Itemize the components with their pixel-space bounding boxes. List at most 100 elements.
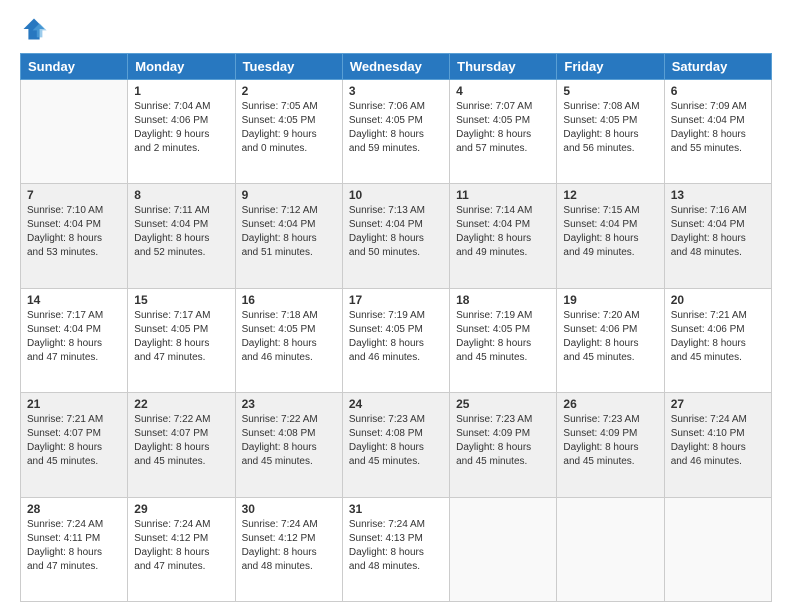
day-number: 28 <box>27 502 121 516</box>
calendar-cell <box>21 80 128 184</box>
cell-info: Sunrise: 7:15 AMSunset: 4:04 PMDaylight:… <box>563 204 657 260</box>
calendar-cell: 18 Sunrise: 7:19 AMSunset: 4:05 PMDayligh… <box>450 288 557 392</box>
calendar-cell: 4Sunrise: 7:07 AMSunset: 4:05 PMDaylight… <box>450 80 557 184</box>
calendar-body: 1 Sunrise: 7:04 AMSunset: 4:06 PMDaylight… <box>21 80 772 602</box>
day-number: 24 <box>349 397 443 411</box>
calendar-cell: 20 Sunrise: 7:21 AMSunset: 4:06 PMDayligh… <box>664 288 771 392</box>
cell-info: Sunrise: 7:16 AMSunset: 4:04 PMDaylight:… <box>671 204 765 260</box>
day-number: 15 <box>134 293 228 307</box>
calendar-cell: 13Sunrise: 7:16 AMSunset: 4:04 PMDayligh… <box>664 184 771 288</box>
calendar-cell: 15 Sunrise: 7:17 AMSunset: 4:05 PMDayligh… <box>128 288 235 392</box>
cell-info: Sunrise: 7:24 AMSunset: 4:12 PMDaylight:… <box>134 518 228 574</box>
cell-info: Sunrise: 7:04 AMSunset: 4:06 PMDaylight:… <box>134 100 228 156</box>
day-number: 16 <box>242 293 336 307</box>
calendar-day-header: Thursday <box>450 54 557 80</box>
day-number: 14 <box>27 293 121 307</box>
calendar-cell: 29 Sunrise: 7:24 AMSunset: 4:12 PMDayligh… <box>128 497 235 601</box>
calendar-cell <box>557 497 664 601</box>
cell-info: Sunrise: 7:21 AMSunset: 4:06 PMDaylight:… <box>671 309 765 365</box>
calendar-cell <box>664 497 771 601</box>
cell-info: Sunrise: 7:12 AMSunset: 4:04 PMDaylight:… <box>242 204 336 260</box>
cell-info: Sunrise: 7:22 AMSunset: 4:07 PMDaylight:… <box>134 413 228 469</box>
cell-info: Sunrise: 7:17 AMSunset: 4:05 PMDaylight:… <box>134 309 228 365</box>
cell-info: Sunrise: 7:07 AMSunset: 4:05 PMDaylight:… <box>456 100 550 156</box>
calendar-cell: 2 Sunrise: 7:05 AMSunset: 4:05 PMDaylight… <box>235 80 342 184</box>
page: SundayMondayTuesdayWednesdayThursdayFrid… <box>0 0 792 612</box>
calendar-cell: 30 Sunrise: 7:24 AMSunset: 4:12 PMDayligh… <box>235 497 342 601</box>
day-number: 1 <box>134 84 228 98</box>
cell-info: Sunrise: 7:24 AMSunset: 4:13 PMDaylight:… <box>349 518 443 574</box>
day-number: 6 <box>671 84 765 98</box>
calendar-cell: 17 Sunrise: 7:19 AMSunset: 4:05 PMDayligh… <box>342 288 449 392</box>
day-number: 29 <box>134 502 228 516</box>
calendar-cell <box>450 497 557 601</box>
cell-info: Sunrise: 7:09 AMSunset: 4:04 PMDaylight:… <box>671 100 765 156</box>
header <box>20 15 772 43</box>
cell-info: Sunrise: 7:24 AMSunset: 4:11 PMDaylight:… <box>27 518 121 574</box>
calendar-cell: 1 Sunrise: 7:04 AMSunset: 4:06 PMDaylight… <box>128 80 235 184</box>
calendar-cell: 12Sunrise: 7:15 AMSunset: 4:04 PMDayligh… <box>557 184 664 288</box>
day-number: 19 <box>563 293 657 307</box>
cell-info: Sunrise: 7:21 AMSunset: 4:07 PMDaylight:… <box>27 413 121 469</box>
cell-info: Sunrise: 7:24 AMSunset: 4:12 PMDaylight:… <box>242 518 336 574</box>
day-number: 3 <box>349 84 443 98</box>
calendar-day-header: Friday <box>557 54 664 80</box>
calendar-week-row: 1 Sunrise: 7:04 AMSunset: 4:06 PMDaylight… <box>21 80 772 184</box>
calendar-cell: 5 Sunrise: 7:08 AMSunset: 4:05 PMDaylight… <box>557 80 664 184</box>
calendar-day-header: Sunday <box>21 54 128 80</box>
calendar-cell: 11Sunrise: 7:14 AMSunset: 4:04 PMDayligh… <box>450 184 557 288</box>
cell-info: Sunrise: 7:19 AMSunset: 4:05 PMDaylight:… <box>349 309 443 365</box>
calendar-cell: 31Sunrise: 7:24 AMSunset: 4:13 PMDayligh… <box>342 497 449 601</box>
calendar-cell: 3 Sunrise: 7:06 AMSunset: 4:05 PMDaylight… <box>342 80 449 184</box>
day-number: 27 <box>671 397 765 411</box>
day-number: 17 <box>349 293 443 307</box>
cell-info: Sunrise: 7:06 AMSunset: 4:05 PMDaylight:… <box>349 100 443 156</box>
calendar-cell: 22 Sunrise: 7:22 AMSunset: 4:07 PMDayligh… <box>128 393 235 497</box>
day-number: 2 <box>242 84 336 98</box>
day-number: 9 <box>242 188 336 202</box>
calendar-week-row: 28 Sunrise: 7:24 AMSunset: 4:11 PMDayligh… <box>21 497 772 601</box>
day-number: 8 <box>134 188 228 202</box>
day-number: 26 <box>563 397 657 411</box>
cell-info: Sunrise: 7:08 AMSunset: 4:05 PMDaylight:… <box>563 100 657 156</box>
cell-info: Sunrise: 7:18 AMSunset: 4:05 PMDaylight:… <box>242 309 336 365</box>
calendar-cell: 21Sunrise: 7:21 AMSunset: 4:07 PMDayligh… <box>21 393 128 497</box>
calendar-cell: 8 Sunrise: 7:11 AMSunset: 4:04 PMDaylight… <box>128 184 235 288</box>
calendar-day-header: Wednesday <box>342 54 449 80</box>
calendar-cell: 19 Sunrise: 7:20 AMSunset: 4:06 PMDayligh… <box>557 288 664 392</box>
logo-icon <box>20 15 48 43</box>
cell-info: Sunrise: 7:23 AMSunset: 4:08 PMDaylight:… <box>349 413 443 469</box>
calendar-cell: 14 Sunrise: 7:17 AMSunset: 4:04 PMDayligh… <box>21 288 128 392</box>
calendar-cell: 25 Sunrise: 7:23 AMSunset: 4:09 PMDayligh… <box>450 393 557 497</box>
cell-info: Sunrise: 7:19 AMSunset: 4:05 PMDaylight:… <box>456 309 550 365</box>
calendar-cell: 16 Sunrise: 7:18 AMSunset: 4:05 PMDayligh… <box>235 288 342 392</box>
cell-info: Sunrise: 7:05 AMSunset: 4:05 PMDaylight:… <box>242 100 336 156</box>
calendar-week-row: 14 Sunrise: 7:17 AMSunset: 4:04 PMDayligh… <box>21 288 772 392</box>
calendar-cell: 26 Sunrise: 7:23 AMSunset: 4:09 PMDayligh… <box>557 393 664 497</box>
cell-info: Sunrise: 7:22 AMSunset: 4:08 PMDaylight:… <box>242 413 336 469</box>
cell-info: Sunrise: 7:23 AMSunset: 4:09 PMDaylight:… <box>563 413 657 469</box>
cell-info: Sunrise: 7:20 AMSunset: 4:06 PMDaylight:… <box>563 309 657 365</box>
calendar-day-header: Tuesday <box>235 54 342 80</box>
calendar-cell: 23 Sunrise: 7:22 AMSunset: 4:08 PMDayligh… <box>235 393 342 497</box>
cell-info: Sunrise: 7:17 AMSunset: 4:04 PMDaylight:… <box>27 309 121 365</box>
cell-info: Sunrise: 7:13 AMSunset: 4:04 PMDaylight:… <box>349 204 443 260</box>
calendar-cell: 7Sunrise: 7:10 AMSunset: 4:04 PMDaylight… <box>21 184 128 288</box>
day-number: 18 <box>456 293 550 307</box>
calendar-day-header: Monday <box>128 54 235 80</box>
logo <box>20 15 52 43</box>
cell-info: Sunrise: 7:11 AMSunset: 4:04 PMDaylight:… <box>134 204 228 260</box>
cell-info: Sunrise: 7:23 AMSunset: 4:09 PMDaylight:… <box>456 413 550 469</box>
calendar-cell: 9 Sunrise: 7:12 AMSunset: 4:04 PMDaylight… <box>235 184 342 288</box>
day-number: 5 <box>563 84 657 98</box>
day-number: 20 <box>671 293 765 307</box>
calendar-cell: 10Sunrise: 7:13 AMSunset: 4:04 PMDayligh… <box>342 184 449 288</box>
day-number: 25 <box>456 397 550 411</box>
day-number: 23 <box>242 397 336 411</box>
calendar-cell: 6 Sunrise: 7:09 AMSunset: 4:04 PMDaylight… <box>664 80 771 184</box>
calendar-table: SundayMondayTuesdayWednesdayThursdayFrid… <box>20 53 772 602</box>
calendar-week-row: 7Sunrise: 7:10 AMSunset: 4:04 PMDaylight… <box>21 184 772 288</box>
day-number: 22 <box>134 397 228 411</box>
day-number: 30 <box>242 502 336 516</box>
calendar-cell: 24 Sunrise: 7:23 AMSunset: 4:08 PMDayligh… <box>342 393 449 497</box>
